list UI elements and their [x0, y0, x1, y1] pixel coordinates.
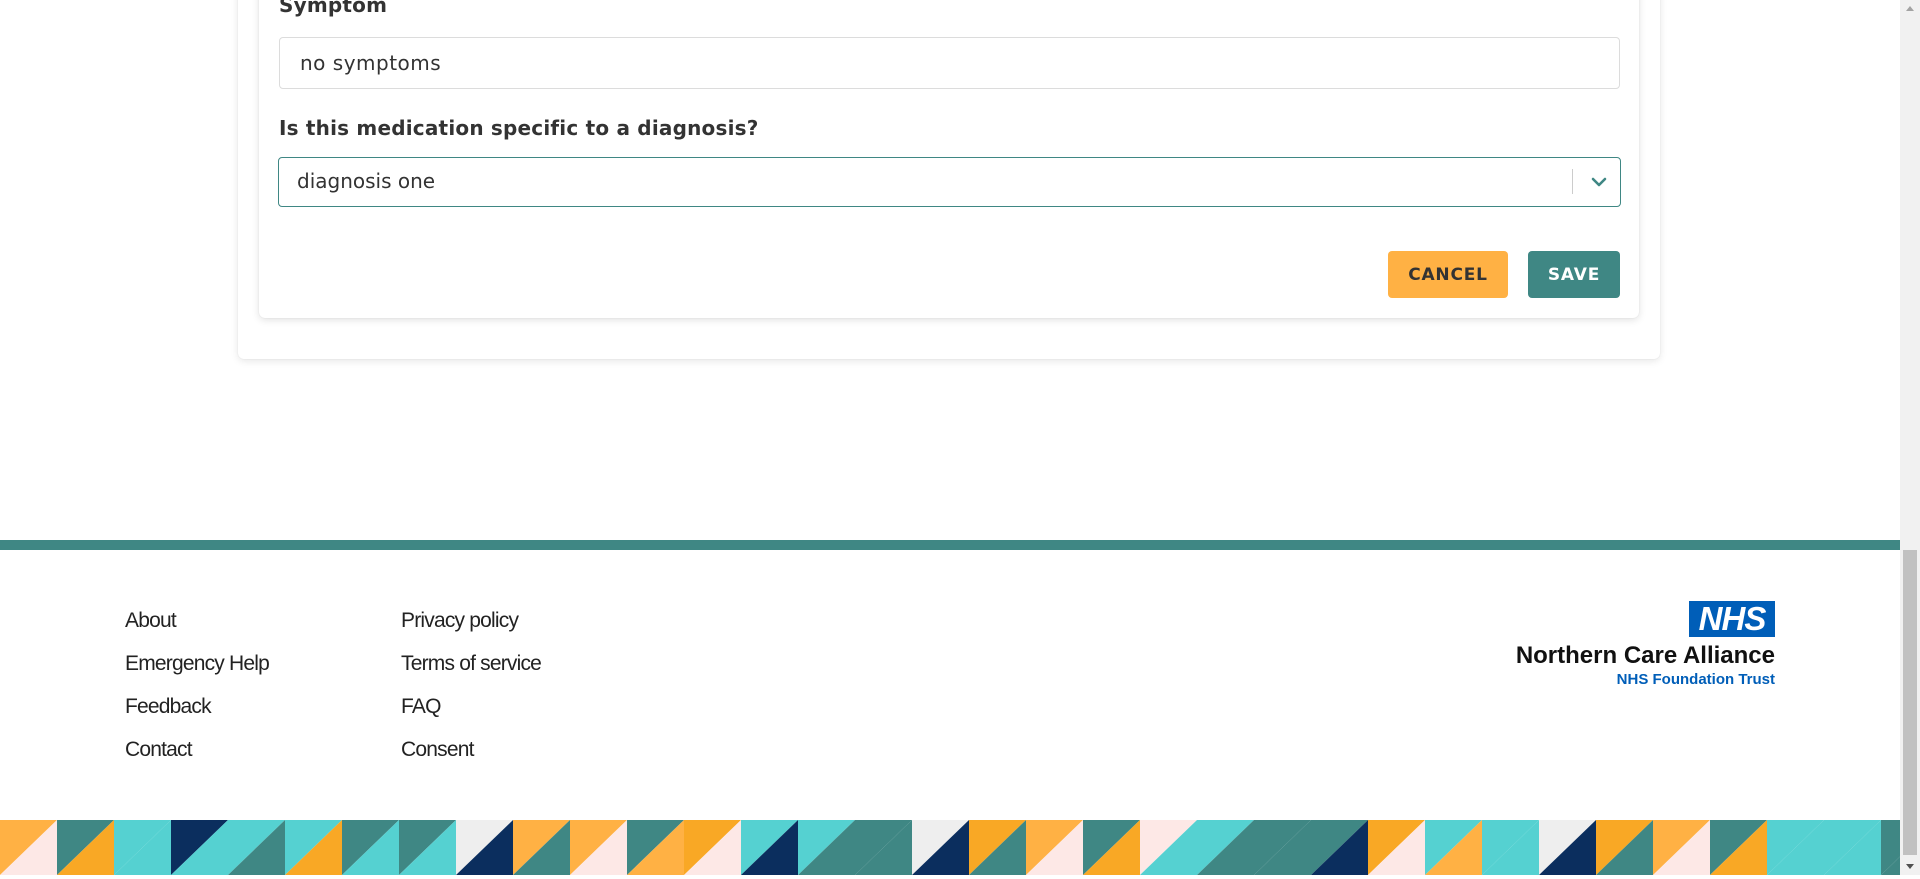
symptom-label: Symptom [279, 0, 388, 17]
scrollbar-thumb[interactable] [1903, 550, 1917, 855]
chevron-down-icon[interactable] [1584, 167, 1614, 197]
footer-decorative-pattern [0, 820, 1900, 875]
footer-link-about[interactable]: About [125, 606, 269, 649]
symptom-input[interactable]: no symptoms [279, 37, 1620, 89]
vertical-scrollbar[interactable] [1900, 0, 1920, 875]
footer-links-column-2: Privacy policy Terms of service FAQ Cons… [401, 606, 542, 778]
footer-link-faq[interactable]: FAQ [401, 692, 541, 735]
cancel-button[interactable]: CANCEL [1388, 251, 1508, 298]
footer-top-bar [0, 540, 1900, 550]
select-separator [1572, 169, 1573, 194]
diagnosis-select-value: diagnosis one [297, 169, 436, 193]
nhs-wordmark: NHS [1689, 601, 1775, 637]
save-button[interactable]: SAVE [1528, 251, 1620, 298]
footer-link-consent[interactable]: Consent [401, 735, 541, 778]
nhs-logo: NHS Northern Care Alliance NHS Foundatio… [1510, 601, 1775, 691]
footer-link-contact[interactable]: Contact [125, 735, 269, 778]
diagnosis-question-label: Is this medication specific to a diagnos… [279, 116, 759, 140]
page: Symptom no symptoms Is this medication s… [0, 0, 1900, 875]
organisation-name: Northern Care Alliance [1515, 642, 1775, 669]
diagnosis-select[interactable]: diagnosis one [278, 157, 1621, 207]
trust-name: NHS Foundation Trust [1616, 671, 1775, 688]
footer-link-privacy-policy[interactable]: Privacy policy [401, 606, 541, 649]
footer-link-terms-of-service[interactable]: Terms of service [401, 649, 542, 692]
footer-link-emergency-help[interactable]: Emergency Help [125, 649, 270, 692]
footer-links-column-1: About Emergency Help Feedback Contact [125, 606, 270, 778]
scroll-down-arrow-icon[interactable] [1900, 858, 1920, 875]
footer-link-feedback[interactable]: Feedback [125, 692, 269, 735]
scroll-up-arrow-icon[interactable] [1900, 0, 1920, 17]
